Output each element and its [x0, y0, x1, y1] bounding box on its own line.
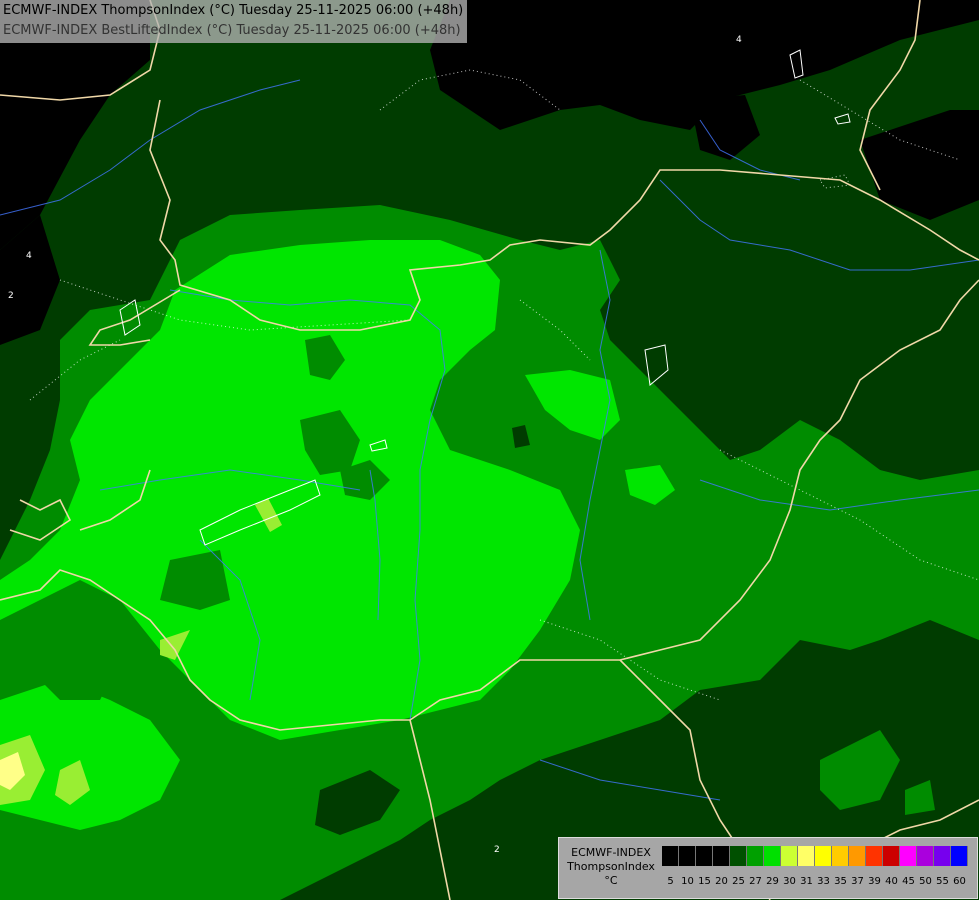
legend-tick-label: 27 [749, 876, 762, 887]
legend-tick-label: 50 [919, 876, 932, 887]
legend-tick-label: 39 [868, 876, 881, 887]
header-title-line2: ECMWF-INDEX BestLiftedIndex (°C) Tuesday… [3, 23, 461, 38]
legend-tick-labels: 5 10 15 20 25 27 29 30 31 33 35 37 39 40 45 50 55 60 [662, 876, 968, 888]
legend-swatch [764, 846, 781, 866]
legend-tick-label: 25 [732, 876, 745, 887]
legend-tick-label: 33 [817, 876, 830, 887]
legend-swatch [849, 846, 866, 866]
legend-tick-label: 29 [766, 876, 779, 887]
legend-swatch [798, 846, 815, 866]
color-legend: ECMWF-INDEX ThompsonIndex °C 5 10 15 20 25 27… [558, 837, 978, 899]
legend-title-unit: °C [604, 874, 618, 887]
legend-swatch [781, 846, 798, 866]
legend-swatch [832, 846, 849, 866]
legend-tick-label: 31 [800, 876, 813, 887]
legend-tick-label: 15 [698, 876, 711, 887]
legend-tick-label: 40 [885, 876, 898, 887]
legend-swatch [934, 846, 951, 866]
legend-swatch [696, 846, 713, 866]
legend-swatch [866, 846, 883, 866]
legend-tick-label: 5 [667, 876, 674, 887]
legend-swatch [815, 846, 832, 866]
legend-title: ECMWF-INDEX ThompsonIndex °C [563, 846, 659, 888]
legend-tick-label: 35 [834, 876, 847, 887]
legend-swatch [883, 846, 900, 866]
contour-label: 4 [26, 251, 32, 261]
legend-swatch [679, 846, 696, 866]
legend-swatch [900, 846, 917, 866]
map-header: ECMWF-INDEX ThompsonIndex (°C) Tuesday 2… [0, 0, 468, 43]
legend-swatch [730, 846, 747, 866]
legend-color-scale [662, 846, 968, 866]
legend-tick-label: 10 [681, 876, 694, 887]
legend-tick-label: 45 [902, 876, 915, 887]
legend-swatch [747, 846, 764, 866]
legend-swatch [917, 846, 934, 866]
legend-tick-label: 55 [936, 876, 949, 887]
contour-label: 2 [494, 845, 500, 855]
weather-map: 4 2 4 2 4 [0, 0, 979, 900]
legend-tick-label: 37 [851, 876, 864, 887]
legend-swatch [713, 846, 730, 866]
header-title-line1: ECMWF-INDEX ThompsonIndex (°C) Tuesday 2… [3, 3, 464, 18]
legend-title-line2: ThompsonIndex [567, 860, 655, 873]
legend-title-line1: ECMWF-INDEX [571, 846, 651, 859]
legend-tick-label: 60 [953, 876, 966, 887]
legend-tick-label: 20 [715, 876, 728, 887]
contour-label: 4 [736, 35, 742, 45]
contour-label: 2 [8, 291, 14, 301]
legend-swatch [951, 846, 968, 866]
legend-tick-label: 30 [783, 876, 796, 887]
legend-swatch [662, 846, 679, 866]
